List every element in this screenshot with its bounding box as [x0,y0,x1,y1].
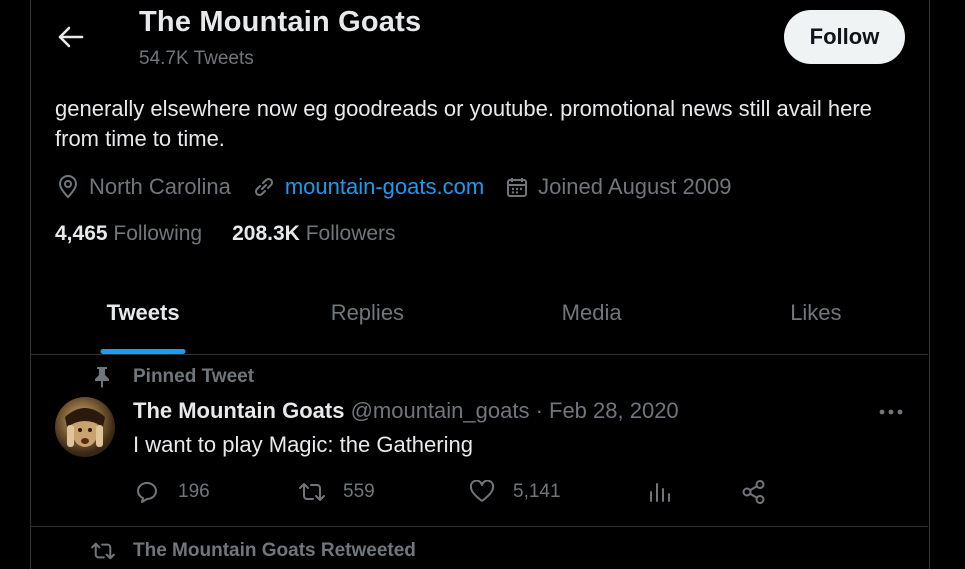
profile-meta: North Carolina mountain-goats.com Joined… [55,172,751,202]
tweet-handle-date[interactable]: @mountain_goats · Feb 28, 2020 [344,398,679,423]
joined-date: Joined August 2009 [504,174,731,200]
profile-bio: generally elsewhere now eg goodreads or … [55,96,872,151]
pin-icon [90,366,114,388]
follow-button[interactable]: Follow [784,10,905,64]
following-label: Following [113,222,203,245]
tweet-text: I want to play Magic: the Gathering [133,432,473,457]
reply-icon [133,478,161,506]
follow-counts: 4,465 Following 208.3K Followers [55,222,426,246]
avatar[interactable] [55,397,115,457]
tweet-header: The Mountain Goats @mountain_goats · Feb… [133,398,679,424]
like-icon [468,478,496,506]
retweet-icon [298,478,326,506]
tab-media[interactable]: Media [480,282,704,354]
followers-link[interactable]: 208.3K Followers [232,222,395,246]
views-button[interactable] [645,478,690,506]
profile-tabs: Tweets Replies Media Likes [31,282,928,355]
tweet-divider [31,526,928,527]
more-icon[interactable] [876,400,906,424]
pinned-label: Pinned Tweet [133,366,255,387]
retweeted-label: The Mountain Goats Retweeted [133,540,416,561]
reply-count: 196 [178,481,210,502]
joined-text: Joined August 2009 [538,174,732,199]
page-title: The Mountain Goats [139,6,422,38]
calendar-icon [504,174,530,200]
share-icon [740,478,768,506]
views-icon [645,478,673,506]
retweet-count: 559 [343,481,375,502]
tab-label: Replies [330,300,405,325]
back-arrow-icon[interactable] [56,22,86,52]
like-button[interactable]: 5,141 [468,478,561,506]
location: North Carolina [55,174,231,200]
website-link[interactable]: mountain-goats.com [285,174,484,200]
reply-button[interactable]: 196 [133,478,210,506]
retweet-button[interactable]: 559 [298,478,375,506]
tab-label: Media [561,300,622,325]
share-button[interactable] [740,478,785,506]
followers-count: 208.3K [232,222,300,245]
active-tab-indicator [100,349,186,354]
retweet-icon [90,541,116,561]
tab-label: Likes [790,300,842,325]
link-icon [251,174,277,200]
tab-replies[interactable]: Replies [255,282,479,354]
tweet-actions: 196 559 5,141 [133,478,773,510]
tweet-count: 54.7K Tweets [139,48,254,69]
tab-tweets[interactable]: Tweets [31,282,255,354]
location-pin-icon [55,174,81,200]
retweet-indicator: The Mountain Goats Retweeted [90,540,416,562]
following-link[interactable]: 4,465 Following [55,222,202,246]
tab-label: Tweets [106,300,180,325]
like-count: 5,141 [513,481,561,502]
followers-label: Followers [305,222,396,245]
website: mountain-goats.com [251,174,484,200]
tweet-author-name[interactable]: The Mountain Goats [133,398,344,423]
tab-likes[interactable]: Likes [704,282,928,354]
location-text: North Carolina [89,174,231,199]
pinned-indicator: Pinned Tweet [90,366,254,388]
following-count: 4,465 [55,222,108,245]
